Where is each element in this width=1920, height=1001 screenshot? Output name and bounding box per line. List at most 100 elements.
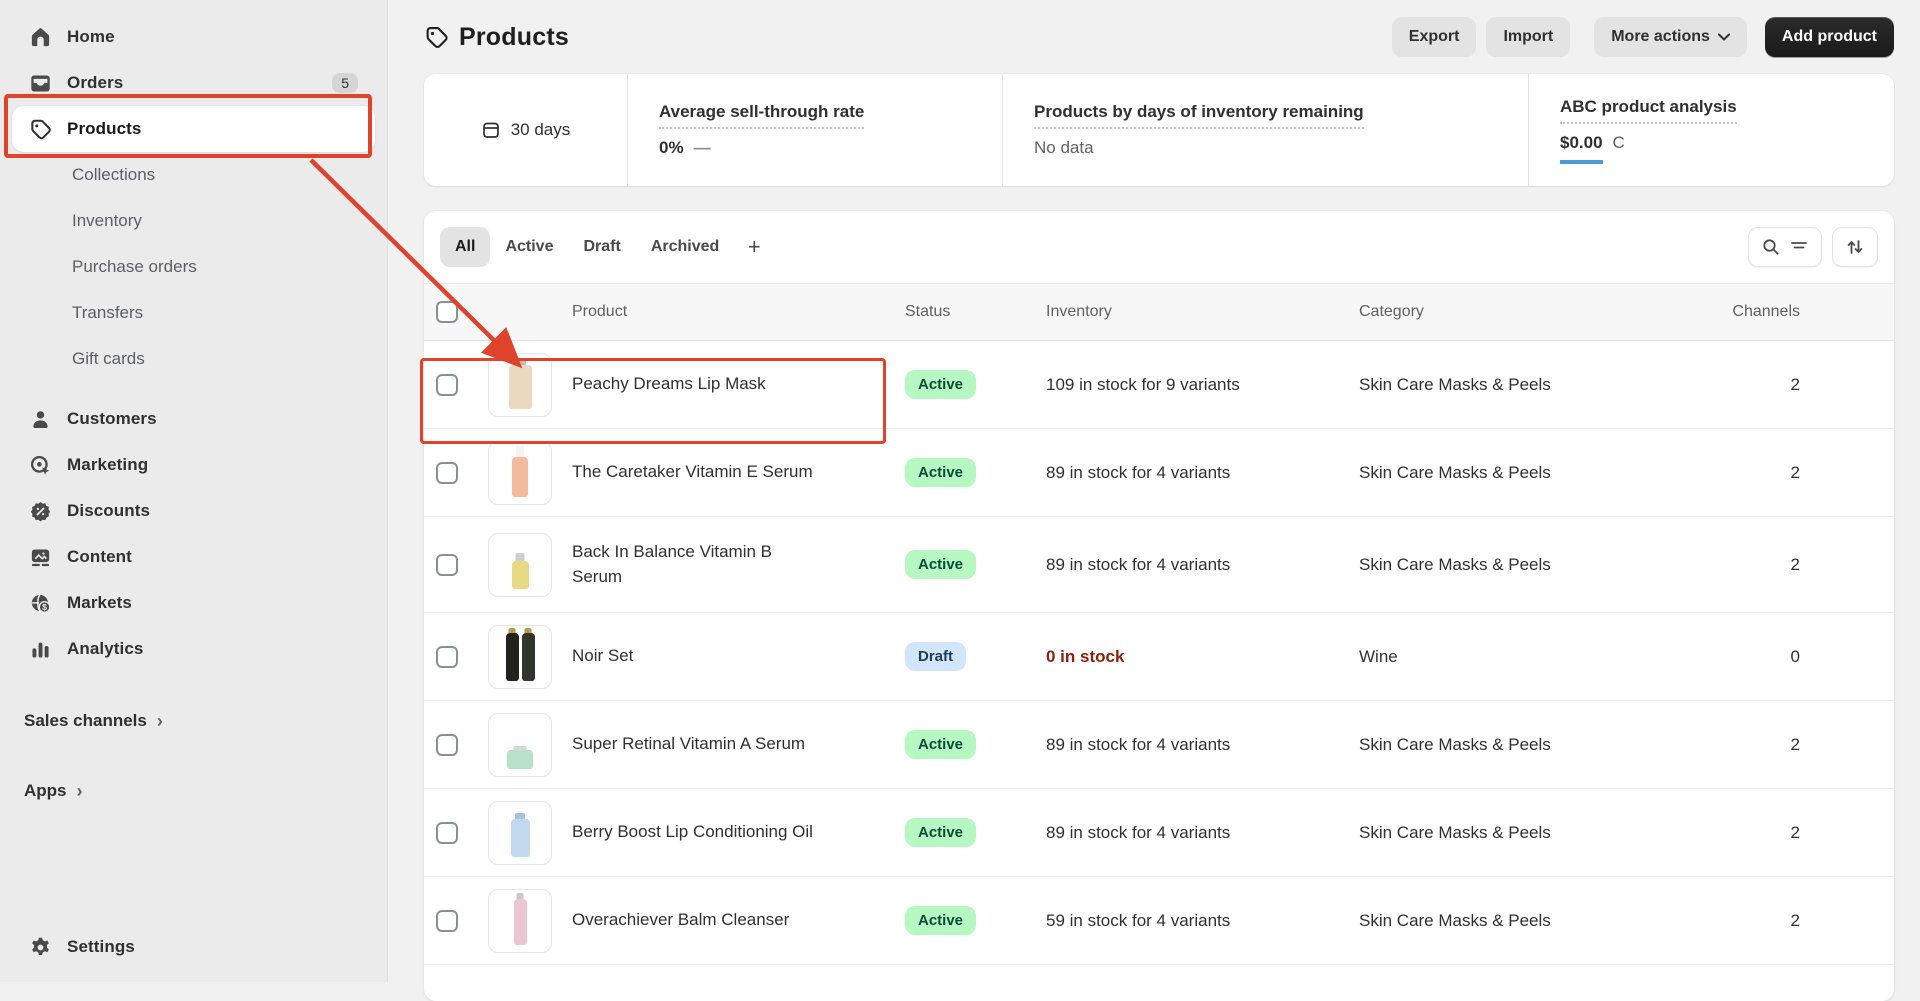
status-badge: Active <box>905 458 977 487</box>
category-cell: Skin Care Masks & Peels <box>1359 910 1551 930</box>
import-button[interactable]: Import <box>1486 17 1571 57</box>
row-checkbox[interactable] <box>436 821 458 844</box>
stat-abc-analysis-title[interactable]: ABC product analysis <box>1560 97 1737 124</box>
product-name-link[interactable]: The Caretaker Vitamin E Serum <box>572 460 872 485</box>
stat-sell-through-title[interactable]: Average sell-through rate <box>659 102 865 129</box>
tag-icon <box>426 26 448 48</box>
row-checkbox[interactable] <box>436 553 458 576</box>
page-header: Products Export Import More actions Add … <box>424 0 1894 74</box>
products-table-card: All Active Draft Archived + Product Stat… <box>424 211 1894 1001</box>
sidebar-item-transfers[interactable]: Transfers <box>12 290 375 336</box>
column-header-status[interactable]: Status <box>905 303 1046 321</box>
channels-cell: 2 <box>1790 462 1800 482</box>
product-name-link[interactable]: Berry Boost Lip Conditioning Oil <box>572 820 872 845</box>
stat-sell-through-value: 0% <box>659 138 684 157</box>
sidebar-item-sales-channels[interactable]: Sales channels › <box>12 698 375 744</box>
sidebar-item-customers[interactable]: Customers <box>12 396 375 442</box>
product-image <box>512 445 528 497</box>
row-checkbox[interactable] <box>436 909 458 932</box>
product-name-link[interactable]: Noir Set <box>572 644 872 669</box>
row-checkbox[interactable] <box>436 733 458 756</box>
table-row-overachiever-balm-cleanser[interactable]: Overachiever Balm Cleanser Active 59 in … <box>424 877 1894 965</box>
sidebar-item-analytics[interactable]: Analytics <box>12 626 375 672</box>
add-view-button[interactable]: + <box>734 227 774 267</box>
channels-cell: 2 <box>1790 734 1800 754</box>
sidebar-item-label: Home <box>67 27 115 46</box>
table-row-berry-boost-lip-conditioning-oil[interactable]: Berry Boost Lip Conditioning Oil Active … <box>424 789 1894 877</box>
inventory-cell: 109 in stock for 9 variants <box>1046 374 1240 394</box>
search-filter-button[interactable] <box>1748 227 1822 267</box>
discounts-icon <box>29 500 52 523</box>
row-checkbox[interactable] <box>436 461 458 484</box>
sidebar-item-content[interactable]: Content <box>12 534 375 580</box>
gear-icon <box>29 936 52 959</box>
row-checkbox[interactable] <box>436 373 458 396</box>
inventory-cell: 0 in stock <box>1046 646 1125 666</box>
column-header-category[interactable]: Category <box>1359 303 1690 321</box>
product-name-link[interactable]: Overachiever Balm Cleanser <box>572 908 872 933</box>
column-header-inventory[interactable]: Inventory <box>1046 303 1359 321</box>
chevron-right-icon: › <box>156 710 163 731</box>
tab-archived[interactable]: Archived <box>636 227 734 267</box>
inventory-cell: 89 in stock for 4 variants <box>1046 554 1231 574</box>
sidebar-item-label: Content <box>67 547 132 566</box>
table-row-back-in-balance-vitamin-b[interactable]: Back In Balance Vitamin B Serum Active 8… <box>424 517 1894 613</box>
column-header-product[interactable]: Product <box>572 303 905 321</box>
sidebar-subitem-label: Inventory <box>72 211 142 230</box>
content-icon <box>29 546 52 569</box>
sidebar-item-marketing[interactable]: Marketing <box>12 442 375 488</box>
table-row-peachy-dreams-lip-mask[interactable]: Peachy Dreams Lip Mask Active 109 in sto… <box>424 341 1894 429</box>
tab-draft[interactable]: Draft <box>568 227 635 267</box>
inventory-cell: 89 in stock for 4 variants <box>1046 462 1231 482</box>
sidebar-item-inventory[interactable]: Inventory <box>12 198 375 244</box>
column-header-channels[interactable]: Channels <box>1690 303 1800 321</box>
product-image <box>513 892 527 945</box>
status-badge: Active <box>905 550 977 579</box>
product-name-link[interactable]: Super Retinal Vitamin A Serum <box>572 732 872 757</box>
sidebar-item-label: Marketing <box>67 455 149 474</box>
add-product-button[interactable]: Add product <box>1764 17 1894 57</box>
date-range-button[interactable]: 30 days <box>424 74 627 186</box>
export-button[interactable]: Export <box>1391 17 1477 57</box>
sort-button[interactable] <box>1832 227 1878 267</box>
calendar-icon <box>482 122 499 138</box>
more-actions-button[interactable]: More actions <box>1594 17 1747 57</box>
table-row-super-retinal-vitamin-a-serum[interactable]: Super Retinal Vitamin A Serum Active 89 … <box>424 701 1894 789</box>
sidebar-item-purchase-orders[interactable]: Purchase orders <box>12 244 375 290</box>
more-actions-label: More actions <box>1611 28 1710 45</box>
sidebar-item-products[interactable]: Products <box>12 106 375 152</box>
stat-days-of-inventory: Products by days of inventory remaining … <box>1002 74 1528 186</box>
sidebar-item-gift-cards[interactable]: Gift cards <box>12 336 375 382</box>
sidebar-item-label: Discounts <box>67 501 151 520</box>
channels-cell: 2 <box>1790 374 1800 394</box>
product-thumbnail <box>488 888 552 953</box>
sidebar-item-markets[interactable]: $ Markets <box>12 580 375 626</box>
sidebar-item-apps[interactable]: Apps › <box>12 768 375 814</box>
product-name-link[interactable]: Peachy Dreams Lip Mask <box>572 372 872 397</box>
product-thumbnail <box>488 532 552 597</box>
table-row-noir-set[interactable]: Noir Set Draft 0 in stock Wine 0 <box>424 613 1894 701</box>
sales-channels-label: Sales channels <box>24 711 147 730</box>
product-thumbnail <box>488 800 552 865</box>
row-checkbox[interactable] <box>436 645 458 668</box>
product-image <box>510 812 530 857</box>
category-cell: Skin Care Masks & Peels <box>1359 374 1551 394</box>
sidebar-item-discounts[interactable]: Discounts <box>12 488 375 534</box>
sidebar-subitem-label: Gift cards <box>72 349 145 368</box>
tab-all[interactable]: All <box>440 227 491 267</box>
stat-days-of-inventory-title[interactable]: Products by days of inventory remaining <box>1034 102 1364 129</box>
table-row-the-caretaker-vitamin-e-serum[interactable]: The Caretaker Vitamin E Serum Active 89 … <box>424 429 1894 517</box>
sidebar-item-orders[interactable]: Orders 5 <box>12 60 375 106</box>
sidebar-item-collections[interactable]: Collections <box>12 152 375 198</box>
analytics-summary-card: 30 days Average sell-through rate 0% — P… <box>424 74 1894 186</box>
header-actions: Export Import More actions Add product <box>1391 17 1894 57</box>
category-cell: Skin Care Masks & Peels <box>1359 822 1551 842</box>
product-image <box>508 357 532 409</box>
sidebar-subitem-label: Purchase orders <box>72 257 197 276</box>
sidebar-item-home[interactable]: Home <box>12 14 375 60</box>
select-all-checkbox[interactable] <box>436 301 458 323</box>
product-name-link[interactable]: Back In Balance Vitamin B Serum <box>572 540 872 589</box>
sidebar-item-settings[interactable]: Settings <box>12 924 375 970</box>
tab-active[interactable]: Active <box>490 227 568 267</box>
sidebar-item-label: Customers <box>67 409 157 428</box>
